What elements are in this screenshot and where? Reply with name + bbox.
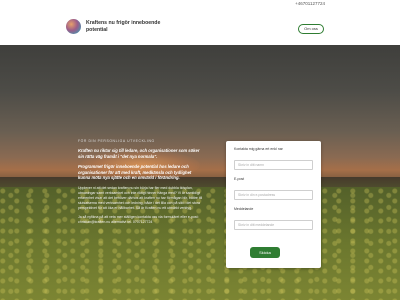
message-label: Meddelande [234, 207, 254, 211]
hero-contact-paragraph: Ja så nyfikna på att veta mer ställigen … [78, 214, 199, 224]
contact-form: Kontakta mig gärna ert enkl nar E-post M… [226, 141, 321, 268]
email-input[interactable] [234, 190, 313, 200]
name-label: Kontakta mig gärna ert enkl nar [234, 147, 283, 151]
about-button[interactable]: Om oss [298, 24, 324, 34]
logo-icon[interactable] [66, 19, 81, 34]
top-bar: +46701127724 [0, 0, 400, 7]
brand-name[interactable]: Kraftens nu frigör inneboende potential [86, 20, 176, 34]
site-header: Kraftens nu frigör inneboende potential … [0, 7, 400, 45]
hero-eyebrow: FÖR DIN PERSONLIGA UTVECKLING [78, 139, 155, 143]
phone-number[interactable]: +46701127724 [295, 1, 325, 6]
message-input[interactable] [234, 220, 313, 230]
hero-text: FÖR DIN PERSONLIGA UTVECKLING Kraften nu… [78, 139, 203, 229]
name-input[interactable] [234, 160, 313, 170]
hero-lead-2: Programmet frigör inneboende potential h… [78, 164, 192, 181]
email-label: E-post [234, 177, 245, 181]
hero-paragraph: Upplever ni att det sedan kraften nu sin… [78, 185, 203, 210]
submit-button[interactable]: Skicka [250, 247, 280, 258]
hero-lead: Kraften nu riktar sig till ledare, och o… [78, 148, 200, 159]
